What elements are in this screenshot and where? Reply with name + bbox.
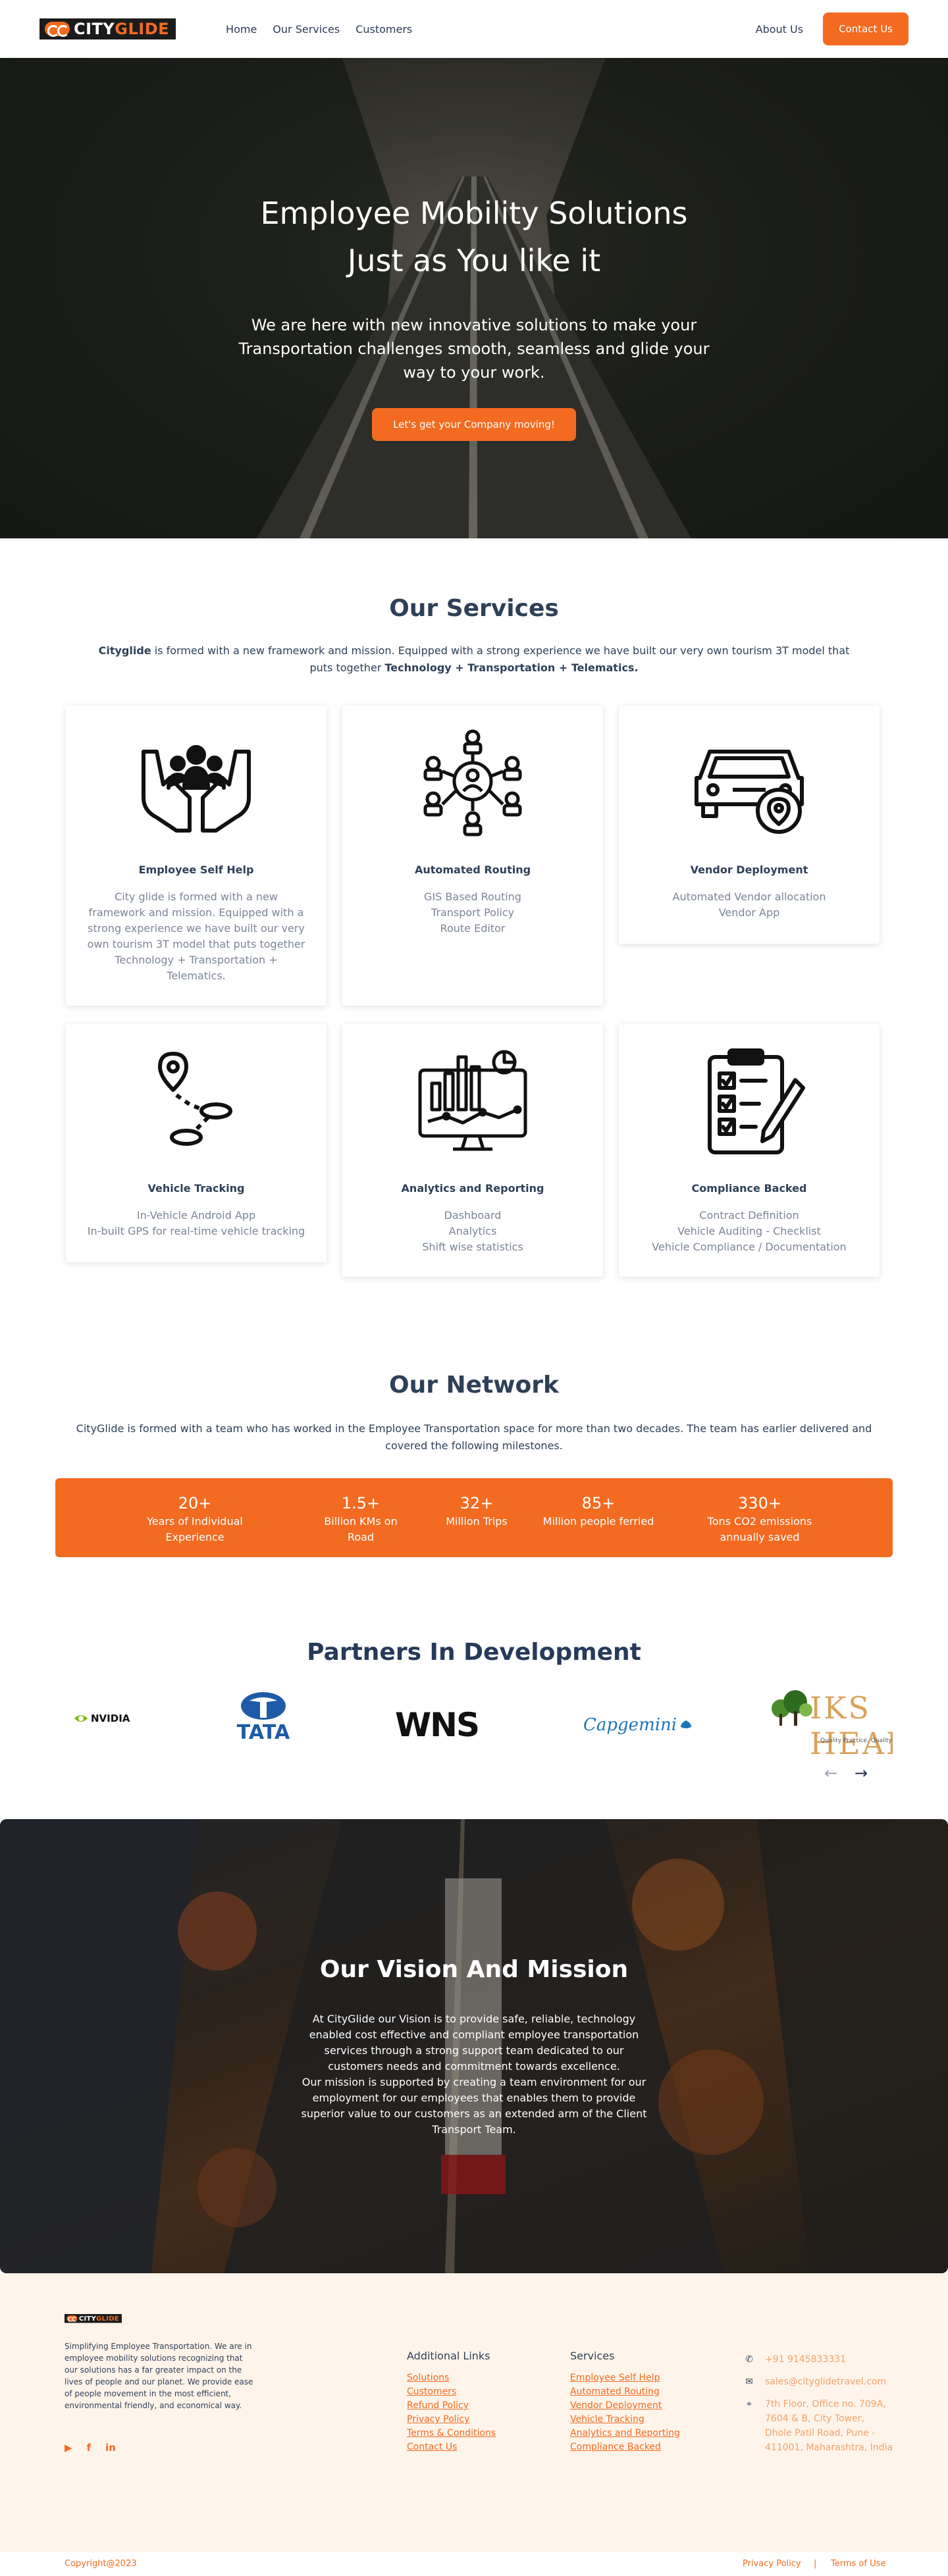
footer-about: Simplifying Employee Transportation. We …	[65, 2342, 253, 2410]
services-heading: Our Services	[389, 595, 559, 622]
vision-heading: Our Vision And Mission	[319, 1956, 629, 1983]
nav-link-home[interactable]: Home	[226, 23, 257, 36]
stat-co2: 330+ Tons CO2 emissions annually saved	[707, 1494, 812, 1543]
analytics-monitor-icon	[418, 1050, 527, 1151]
mail-icon: ✉	[745, 2377, 753, 2387]
partners-carousel[interactable]: NVIDIA TATA WNS Capgemini IKS HEALTH Qua…	[55, 1685, 893, 1757]
footer-link-customers[interactable]: Customers	[407, 2385, 496, 2399]
linkedin-icon[interactable]: in	[105, 2442, 116, 2454]
hero-subtitle: We are here with new innovative solution…	[238, 316, 710, 382]
copyright-bar: Copyright@2023 Privacy Policy | Terms of…	[0, 2552, 948, 2576]
cg-logo-mark-icon	[45, 22, 70, 37]
youtube-icon[interactable]: ▶	[65, 2442, 72, 2454]
footer-link-analytics[interactable]: Analytics and Reporting	[570, 2427, 680, 2440]
services-intro: Cityglide is formed with a new framework…	[98, 644, 850, 674]
service-card-employee-self-help[interactable]: Employee Self Help City glide is formed …	[66, 706, 327, 1006]
footer-link-refund-policy[interactable]: Refund Policy	[407, 2399, 496, 2413]
footer-services-links: Services Employee Self Help Automated Ro…	[570, 2350, 680, 2454]
map-route-icon	[158, 1052, 232, 1146]
nvidia-logo: NVIDIA	[74, 1713, 130, 1724]
footer-link-employee-self-help[interactable]: Employee Self Help	[570, 2371, 680, 2385]
terms-of-use-link[interactable]: Terms of Use	[831, 2559, 885, 2569]
logo-wordmark: CITYGLIDE	[74, 20, 170, 38]
tata-logo: TATA	[230, 1691, 296, 1743]
nvidia-eye-icon	[74, 1715, 88, 1722]
service-title: Vehicle Tracking	[147, 1182, 245, 1195]
nav-link-our-services[interactable]: Our Services	[273, 23, 340, 36]
footer-separator: |	[814, 2559, 817, 2569]
network-routing-icon	[423, 729, 522, 837]
service-card-automated-routing[interactable]: Automated Routing GIS Based Routing Trans…	[342, 706, 603, 1006]
contact-address: ⌖ 7th Floor, Office no. 709A, 7604 & B, C…	[743, 2397, 894, 2455]
stat-people: 85+ Million people ferried	[542, 1494, 654, 1528]
service-desc: Contract Definition Vehicle Auditing - Ch…	[652, 1209, 847, 1253]
cityglide-logo[interactable]: CITYGLIDE	[40, 18, 176, 39]
footer: CITYGLIDE Simplifying Employee Transport…	[0, 2273, 948, 2552]
privacy-policy-link[interactable]: Privacy Policy	[743, 2559, 801, 2569]
footer-link-privacy-policy[interactable]: Privacy Policy	[407, 2413, 496, 2427]
car-location-icon	[695, 750, 804, 834]
carousel-prev-arrow-icon[interactable]: ←	[824, 1764, 837, 1782]
contact-email[interactable]: ✉ sales@cityglidetravel.com	[743, 2375, 894, 2389]
hero-title: Employee Mobility Solutions Just as You l…	[260, 195, 688, 278]
capgemini-logo: Capgemini	[583, 1715, 693, 1735]
copyright-text: Copyright@2023	[65, 2559, 137, 2569]
service-desc: Automated Vendor allocation Vendor App	[672, 890, 826, 919]
social-links: ▶ f in	[65, 2442, 116, 2454]
footer-link-vehicle-tracking[interactable]: Vehicle Tracking	[570, 2413, 680, 2427]
vision-text: At CityGlide our Vision is to provide sa…	[301, 2013, 647, 2136]
get-moving-button[interactable]: Let's get your Company moving!	[372, 408, 576, 441]
footer-additional-links: Additional Links Solutions Customers Ref…	[407, 2350, 496, 2454]
service-title: Analytics and Reporting	[401, 1182, 544, 1195]
cg-logo-mark-icon	[66, 2315, 78, 2322]
checklist-clipboard-icon	[708, 1048, 805, 1154]
service-desc: City glide is formed with a new framewor…	[87, 890, 305, 982]
service-title: Employee Self Help	[138, 863, 254, 876]
network-intro: CityGlide is formed with a team who has …	[76, 1422, 872, 1452]
service-desc: In-Vehicle Android App In-built GPS for r…	[87, 1209, 305, 1237]
partners-heading: Partners In Development	[307, 1639, 641, 1666]
footer-link-automated-routing[interactable]: Automated Routing	[570, 2385, 680, 2399]
road-background-image	[0, 58, 948, 538]
footer-logo[interactable]: CITYGLIDE	[65, 2314, 122, 2323]
top-navbar: CITYGLIDE Home Our Services Customers Ab…	[0, 0, 948, 58]
service-title: Automated Routing	[414, 863, 531, 876]
stat-kms: 1.5+ Billion KMs on Road	[324, 1494, 398, 1543]
nav-link-customers[interactable]: Customers	[356, 23, 412, 36]
service-card-compliance-backed[interactable]: Compliance Backed Contract Definition Veh…	[619, 1024, 880, 1277]
facebook-icon[interactable]: f	[87, 2442, 92, 2454]
service-desc: Dashboard Analytics Shift wise statistics	[422, 1209, 523, 1253]
capgemini-spade-icon	[681, 1720, 692, 1728]
service-card-analytics-reporting[interactable]: Analytics and Reporting Dashboard Analyti…	[342, 1024, 603, 1277]
footer-link-terms[interactable]: Terms & Conditions	[407, 2427, 496, 2440]
wns-logo: WNS	[395, 1706, 480, 1744]
nav-link-about-us[interactable]: About Us	[756, 23, 803, 36]
service-title: Vendor Deployment	[690, 863, 808, 876]
phone-icon: ✆	[745, 2354, 753, 2365]
footer-contact: ✆ +91 9145833331 ✉ sales@cityglidetravel.c…	[743, 2352, 894, 2463]
milestones-bar: 20+ Years of Individual Experience 1.5+ Bi…	[55, 1478, 893, 1557]
footer-link-contact-us[interactable]: Contact Us	[407, 2440, 496, 2454]
footer-link-solutions[interactable]: Solutions	[407, 2371, 496, 2385]
contact-us-button[interactable]: Contact Us	[823, 13, 908, 45]
vision-mission-section: Our Vision And Mission At CityGlide our …	[0, 1819, 948, 2273]
footer-link-compliance[interactable]: Compliance Backed	[570, 2440, 680, 2454]
tata-emblem-icon	[241, 1692, 286, 1720]
service-card-vehicle-tracking[interactable]: Vehicle Tracking In-Vehicle Android App I…	[66, 1024, 327, 1262]
service-card-vendor-deployment[interactable]: Vendor Deployment Automated Vendor alloc…	[619, 706, 880, 944]
stat-experience: 20+ Years of Individual Experience	[147, 1494, 243, 1543]
iks-trees-icon	[772, 1690, 812, 1726]
service-desc: GIS Based Routing Transport Policy Route E…	[424, 890, 521, 935]
hero-section: Employee Mobility Solutions Just as You l…	[0, 58, 948, 538]
network-heading: Our Network	[389, 1372, 559, 1399]
hands-people-icon	[142, 745, 251, 833]
nav-links: Home Our Services Customers	[226, 23, 412, 36]
service-title: Compliance Backed	[691, 1182, 807, 1195]
contact-phone[interactable]: ✆ +91 9145833331	[743, 2352, 894, 2367]
location-pin-icon: ⌖	[747, 2399, 752, 2409]
carousel-next-arrow-icon[interactable]: →	[855, 1764, 868, 1782]
footer-link-vendor-deployment[interactable]: Vendor Deployment	[570, 2399, 680, 2413]
stat-trips: 32+ Million Trips	[446, 1494, 508, 1528]
